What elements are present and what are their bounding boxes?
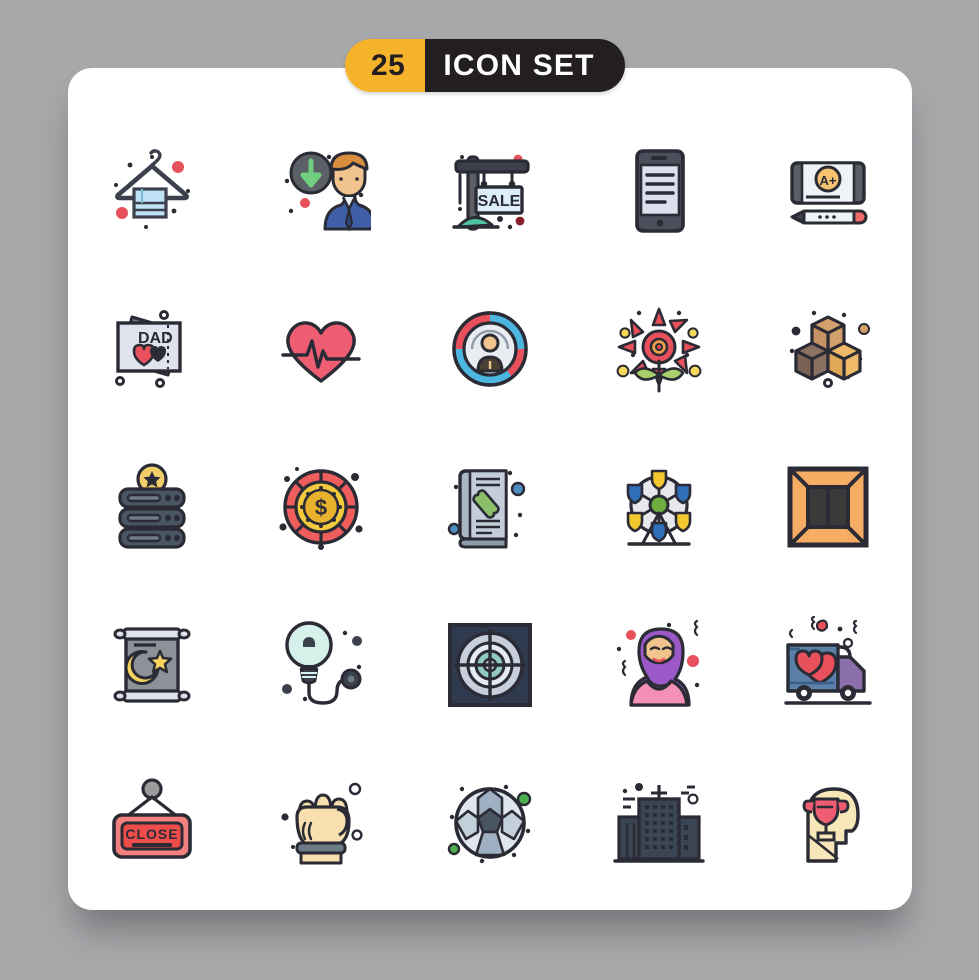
head-trophy-icon [802, 787, 860, 863]
radar-target-icon [447, 623, 532, 707]
casino-chip-dollar-icon: $ [279, 467, 363, 550]
city-buildings-icon [613, 783, 705, 863]
icon-cell-19[interactable] [574, 586, 743, 744]
header-banner: 25 ICON SET [345, 39, 625, 92]
icon-cell-1[interactable] [68, 112, 237, 270]
ferris-wheel-icon [626, 469, 692, 546]
close-sign-icon: CLOSE [112, 778, 193, 859]
love-delivery-truck-icon [783, 615, 872, 705]
heartbeat-icon [281, 321, 361, 383]
ramadan-scroll-icon [113, 627, 191, 703]
icon-cell-4[interactable] [574, 112, 743, 270]
icon-cell-17[interactable] [237, 586, 406, 744]
hijab-woman-icon [616, 619, 699, 707]
phone-directory-icon [447, 469, 526, 549]
window-frame-icon [787, 466, 869, 548]
icon-cell-22[interactable] [237, 744, 406, 902]
icon-cell-7[interactable] [237, 270, 406, 428]
light-bulb-plug-icon [282, 621, 363, 705]
server-star-coin-icon [118, 463, 186, 549]
dad-card-icon: DAD [115, 310, 183, 388]
svg-text:CLOSE: CLOSE [126, 826, 179, 842]
hanger-towel-icon [114, 149, 191, 229]
icon-cell-6[interactable]: DAD [68, 270, 237, 428]
icon-count-label: 25 [345, 39, 426, 92]
svg-text:SALE: SALE [478, 193, 521, 210]
user-donut-chart-icon [452, 311, 528, 387]
icon-cell-2[interactable] [237, 112, 406, 270]
sale-signboard-icon: SALE [452, 154, 530, 231]
screenshot-stage: 25 ICON SET SALE A+ DAD $ CLOSE [0, 0, 979, 980]
icon-cell-16[interactable] [68, 586, 237, 744]
fist-hand-icon [281, 782, 363, 865]
icon-cell-18[interactable] [406, 586, 575, 744]
flower-icon [616, 307, 702, 393]
sugar-cubes-icon [789, 310, 870, 388]
icon-cell-24[interactable] [574, 744, 743, 902]
icon-cell-3[interactable]: SALE [406, 112, 575, 270]
icon-cell-20[interactable] [743, 586, 912, 744]
svg-text:A+: A+ [819, 173, 836, 188]
soccer-ball-icon [447, 784, 532, 864]
icon-cell-15[interactable] [743, 428, 912, 586]
icon-cell-11[interactable] [68, 428, 237, 586]
icon-cell-23[interactable] [406, 744, 575, 902]
download-businessman-icon [284, 151, 372, 232]
icon-cell-12[interactable]: $ [237, 428, 406, 586]
icon-cell-21[interactable]: CLOSE [68, 744, 237, 902]
icon-cell-10[interactable] [743, 270, 912, 428]
icon-cell-8[interactable] [406, 270, 575, 428]
icon-set-title: ICON SET [425, 39, 625, 92]
grade-card-pencil-icon: A+ [789, 161, 868, 225]
icon-cell-14[interactable] [574, 428, 743, 586]
icon-cell-25[interactable] [743, 744, 912, 902]
svg-text:$: $ [315, 495, 327, 520]
icon-grid: SALE A+ DAD $ CLOSE [68, 112, 912, 902]
smartphone-icon [634, 149, 685, 233]
icon-cell-5[interactable]: A+ [743, 112, 912, 270]
icon-cell-9[interactable] [574, 270, 743, 428]
icon-cell-13[interactable] [406, 428, 575, 586]
